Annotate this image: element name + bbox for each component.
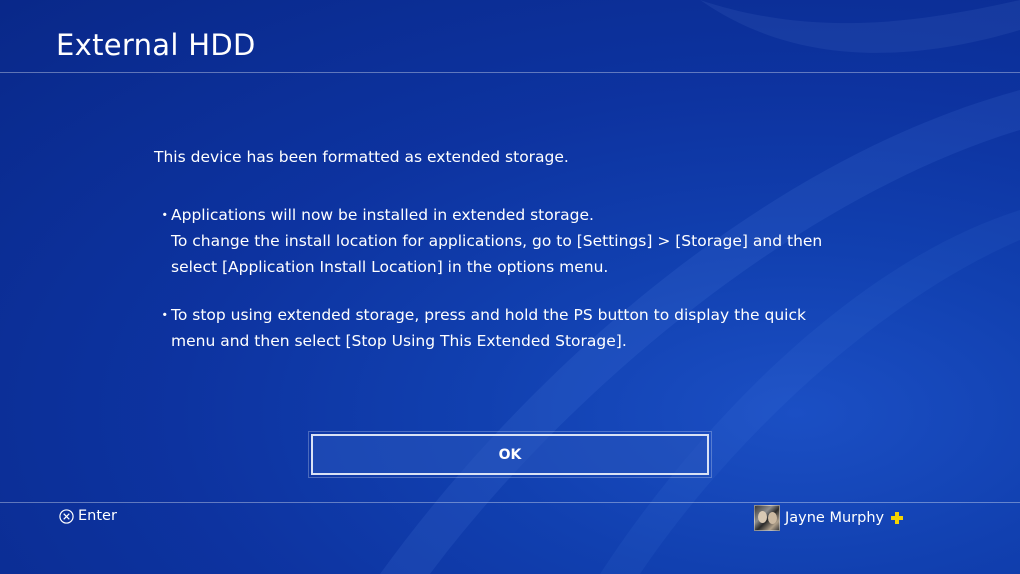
user-name: Jayne Murphy [785, 510, 885, 526]
ok-button[interactable]: OK [308, 431, 712, 478]
bullet-item: ・ To stop using extended storage, press … [154, 302, 874, 354]
footer-divider [0, 502, 1020, 503]
playstation-plus-icon [891, 512, 904, 524]
avatar [754, 505, 780, 531]
bullet-marker: ・ [157, 206, 173, 224]
dialog-intro-text: This device has been formatted as extend… [154, 148, 569, 166]
user-profile: Jayne Murphy [754, 505, 904, 531]
bullet-line: To change the install location for appli… [171, 232, 823, 250]
enter-hint-label: Enter [78, 508, 117, 524]
bullet-line: select [Application Install Location] in… [171, 258, 609, 276]
enter-hint: Enter [59, 508, 117, 524]
bullet-item: ・ Applications will now be installed in … [154, 202, 874, 280]
bullet-line: Applications will now be installed in ex… [171, 206, 594, 224]
cross-button-icon [59, 508, 74, 524]
page-title: External HDD [56, 28, 256, 62]
bullet-line: To stop using extended storage, press an… [171, 306, 806, 324]
bullet-line: menu and then select [Stop Using This Ex… [171, 332, 627, 350]
bullet-marker: ・ [157, 306, 173, 324]
header-divider [0, 72, 1020, 73]
dialog-message: This device has been formatted as extend… [154, 144, 874, 376]
